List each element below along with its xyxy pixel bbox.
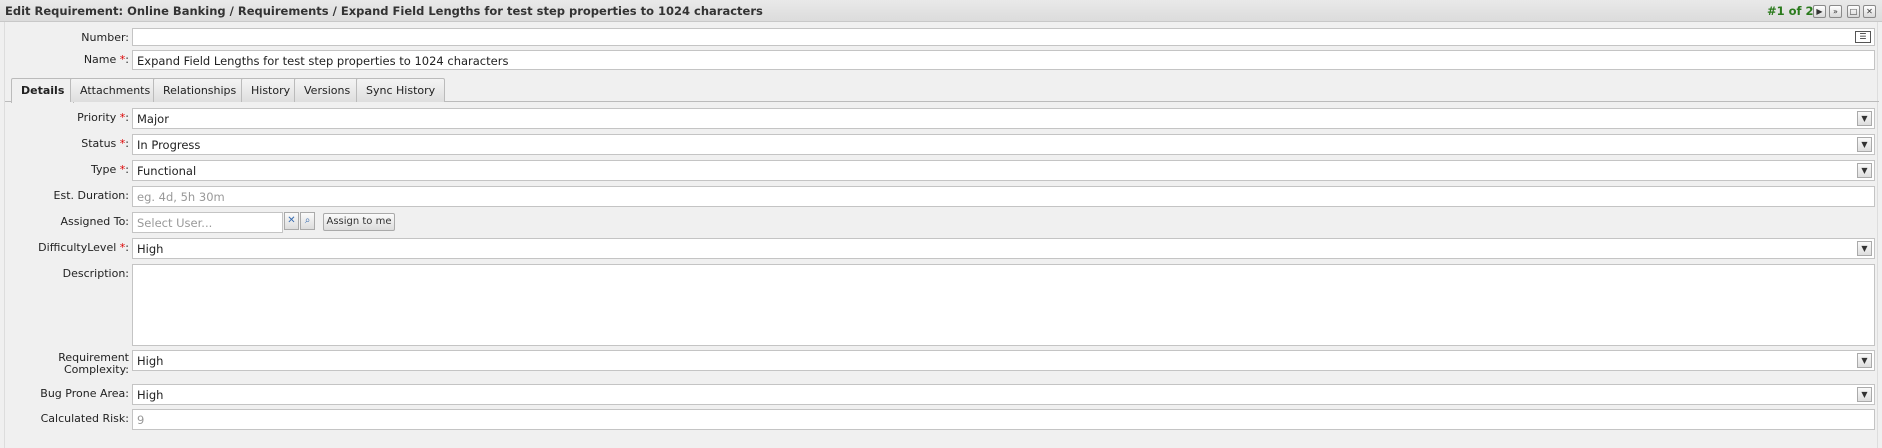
requirement-complexity-select[interactable]: High ▼: [132, 350, 1875, 371]
type-select[interactable]: Functional ▼: [132, 160, 1875, 181]
description-textarea[interactable]: [132, 264, 1875, 346]
est-duration-input[interactable]: eg. 4d, 5h 30m: [132, 186, 1875, 207]
close-icon: ✕: [1866, 7, 1873, 16]
next-icon: ▶: [1816, 7, 1823, 16]
maximize-button[interactable]: □: [1847, 5, 1860, 18]
priority-select[interactable]: Major ▼: [132, 108, 1875, 129]
bug-prone-area-select[interactable]: High ▼: [132, 384, 1875, 405]
edit-requirement-form: Number: ☰ Name *: Expand Field Lengths f…: [4, 22, 1879, 448]
requirement-complexity-label: Requirement Complexity:: [58, 351, 129, 376]
tab-sync-history[interactable]: Sync History: [356, 78, 446, 102]
chevron-down-icon[interactable]: ▼: [1857, 387, 1872, 402]
maximize-icon: □: [1849, 7, 1858, 16]
name-label: Name *:: [83, 53, 129, 66]
number-field[interactable]: ☰: [132, 28, 1875, 46]
tab-bar: Details Attachments Relationships Histor…: [5, 78, 1879, 103]
close-button[interactable]: ✕: [1863, 5, 1876, 18]
status-select[interactable]: In Progress ▼: [132, 134, 1875, 155]
assigned-to-label: Assigned To:: [60, 215, 129, 228]
next-record-button[interactable]: ▶: [1813, 5, 1826, 18]
tab-relationships[interactable]: Relationships: [153, 78, 247, 102]
chevron-down-icon[interactable]: ▼: [1857, 163, 1872, 178]
priority-label: Priority *:: [77, 111, 129, 124]
window-titlebar: Edit Requirement: Online Banking / Requi…: [0, 0, 1882, 22]
difficulty-select[interactable]: High ▼: [132, 238, 1875, 259]
clear-icon[interactable]: ✕: [284, 212, 299, 230]
chevron-down-icon[interactable]: ▼: [1857, 111, 1872, 126]
calculated-risk-label: Calculated Risk:: [40, 412, 129, 425]
window-title: Edit Requirement: Online Banking / Requi…: [5, 4, 763, 18]
chevron-down-icon[interactable]: ▼: [1857, 137, 1872, 152]
name-field[interactable]: Expand Field Lengths for test step prope…: [132, 50, 1875, 70]
tab-versions[interactable]: Versions: [294, 78, 361, 102]
difficulty-label: DifficultyLevel *:: [38, 241, 129, 254]
chevron-down-icon[interactable]: ▼: [1857, 241, 1872, 256]
assign-to-me-button[interactable]: Assign to me: [323, 213, 395, 231]
calculated-risk-field: 9: [132, 409, 1875, 430]
assigned-to-input[interactable]: Select User...: [132, 212, 283, 233]
last-icon: »: [1833, 7, 1838, 16]
description-label: Description:: [62, 267, 129, 280]
chevron-down-icon[interactable]: ▼: [1857, 353, 1872, 368]
status-label: Status *:: [81, 137, 129, 150]
tab-history[interactable]: History: [241, 78, 301, 102]
type-label: Type *:: [91, 163, 129, 176]
tab-details[interactable]: Details: [11, 78, 75, 103]
bug-prone-area-label: Bug Prone Area:: [40, 387, 129, 400]
est-duration-label: Est. Duration:: [53, 189, 129, 202]
number-label: Number:: [81, 31, 129, 44]
card-icon[interactable]: ☰: [1855, 31, 1871, 43]
search-icon[interactable]: ⌕: [300, 212, 315, 230]
record-counter: #1 of 2: [1767, 4, 1814, 18]
last-record-button[interactable]: »: [1829, 5, 1842, 18]
tab-attachments[interactable]: Attachments: [70, 78, 161, 102]
